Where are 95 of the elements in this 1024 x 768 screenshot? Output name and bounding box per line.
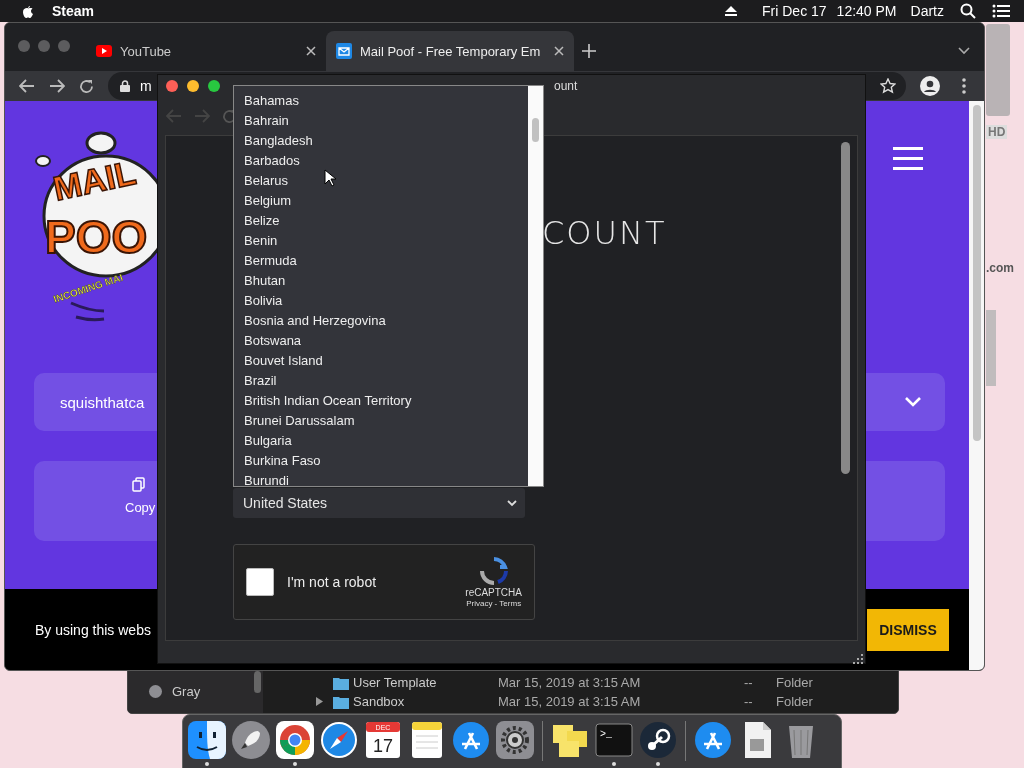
address-text: m <box>140 78 152 94</box>
menu-bar-user[interactable]: Dartz <box>910 3 944 19</box>
browser-tab[interactable]: YouTube <box>86 31 326 71</box>
dropdown-option[interactable]: Bolivia <box>234 291 528 311</box>
file-size: -- <box>744 694 754 709</box>
play-icon <box>96 45 112 57</box>
star-icon[interactable] <box>880 78 896 94</box>
menu-icon[interactable] <box>893 147 923 171</box>
desktop-icon-label[interactable]: .com <box>986 261 1014 275</box>
dropdown-option[interactable]: Burkina Faso <box>234 451 528 471</box>
apple-icon[interactable] <box>20 3 34 19</box>
file-date: Mar 15, 2019 at 3:15 AM <box>498 675 642 690</box>
gear-icon[interactable] <box>496 721 534 759</box>
dropdown-option[interactable]: Bouvet Island <box>234 351 528 371</box>
plus-icon[interactable] <box>582 44 596 58</box>
steam-logo-icon[interactable] <box>639 721 677 759</box>
dropdown-option[interactable]: Benin <box>234 231 528 251</box>
rocket-icon[interactable] <box>232 721 270 759</box>
disclosure-triangle-icon[interactable] <box>314 697 324 706</box>
dropdown-option[interactable]: Bangladesh <box>234 131 528 151</box>
compass-icon[interactable] <box>320 721 358 759</box>
logo-text: POO <box>45 211 148 263</box>
dropdown-option[interactable]: Bahrain <box>234 111 528 131</box>
file-date: Mar 15, 2019 at 3:15 AM <box>498 694 642 709</box>
forward-arrow-icon[interactable] <box>49 79 65 93</box>
sidebar-item[interactable]: Gray <box>172 684 201 699</box>
dropdown-option[interactable]: Botswana <box>234 331 528 351</box>
window-control-button[interactable] <box>166 80 178 92</box>
tab-title: YouTube <box>120 43 173 59</box>
folder-icon <box>333 675 349 690</box>
scrollbar-thumb[interactable] <box>532 118 539 142</box>
captcha-label: I'm not a robot <box>287 574 378 590</box>
dismiss-button[interactable]: DISMISS <box>867 608 949 651</box>
copy-icon <box>132 477 145 492</box>
app-store-icon[interactable] <box>694 721 732 759</box>
file-kind: Folder <box>776 675 813 690</box>
scrollbar-thumb[interactable] <box>973 105 981 441</box>
tab-title: Mail Poof - Free Temporary Em <box>360 43 542 59</box>
chevron-down-icon[interactable] <box>958 47 970 55</box>
list-icon[interactable] <box>992 4 1010 18</box>
reload-icon[interactable] <box>79 78 94 94</box>
email-address: squishthatca <box>60 393 145 411</box>
menu-bar-time[interactable]: 12:40 PM <box>836 3 897 19</box>
dropdown-option[interactable]: Brazil <box>234 371 528 391</box>
dropdown-option[interactable]: Bulgaria <box>234 431 528 451</box>
window-title: ount <box>554 79 578 93</box>
chevron-down-icon <box>507 499 517 507</box>
file-name[interactable]: User Template <box>353 675 498 690</box>
color-wheel-icon[interactable] <box>276 721 314 759</box>
menu-bar-date[interactable]: Fri Dec 17 <box>762 3 827 19</box>
envelope-icon <box>336 43 352 59</box>
file-size: -- <box>744 675 754 690</box>
file-kind: Folder <box>776 694 813 709</box>
recaptcha-logo-icon <box>478 556 509 586</box>
close-icon[interactable] <box>306 46 316 56</box>
dropdown-option[interactable]: Bosnia and Herzegovina <box>234 311 528 331</box>
calendar-day: 17 <box>373 736 393 756</box>
eject-icon[interactable] <box>724 5 739 17</box>
face-icon[interactable] <box>188 721 226 759</box>
search-icon[interactable] <box>960 3 976 19</box>
cookie-notice-text: By using this webs <box>35 621 151 638</box>
dropdown-option[interactable]: Belize <box>234 211 528 231</box>
captcha-brand: reCAPTCHA <box>465 587 522 598</box>
dropdown-option[interactable]: Brunei Darussalam <box>234 411 528 431</box>
browser-tab[interactable]: Mail Poof - Free Temporary Em <box>326 31 574 71</box>
scrollbar-thumb[interactable] <box>254 671 261 693</box>
captcha-links[interactable]: Privacy - Terms <box>466 599 522 608</box>
lock-icon[interactable] <box>120 80 130 92</box>
dropdown-option[interactable]: Belgium <box>234 191 528 211</box>
terminal-icon[interactable]: >_ <box>595 721 633 759</box>
profile-icon[interactable] <box>920 76 940 96</box>
country-select[interactable]: United States <box>233 488 525 518</box>
dropdown-option[interactable]: Barbados <box>234 151 528 171</box>
captcha-checkbox[interactable] <box>246 568 274 596</box>
window-control-button[interactable] <box>187 80 199 92</box>
dropdown-option[interactable]: Bahamas <box>234 91 528 111</box>
resize-grip-icon[interactable] <box>853 654 863 664</box>
terminal-prompt: >_ <box>600 729 612 740</box>
dropdown-option[interactable]: Belarus <box>234 171 528 191</box>
dropdown-option[interactable]: Burundi <box>234 471 528 486</box>
dropdown-option[interactable]: Bermuda <box>234 251 528 271</box>
scrollbar-thumb[interactable] <box>841 142 850 474</box>
dropdown-option[interactable]: Bhutan <box>234 271 528 291</box>
app-store-icon[interactable] <box>452 721 490 759</box>
folder-icon <box>333 694 349 709</box>
window-control-button[interactable] <box>208 80 220 92</box>
cursor-icon <box>324 169 336 187</box>
page-heading: COUNT <box>542 215 667 251</box>
logo-text: MAIL <box>49 153 140 208</box>
dropdown-option[interactable]: British Indian Ocean Territory <box>234 391 528 411</box>
file-name[interactable]: Sandbox <box>353 694 498 709</box>
more-icon[interactable] <box>962 78 966 94</box>
back-arrow-icon[interactable] <box>19 79 35 93</box>
app-menu-title[interactable]: Steam <box>52 3 95 19</box>
close-icon[interactable] <box>554 46 564 56</box>
